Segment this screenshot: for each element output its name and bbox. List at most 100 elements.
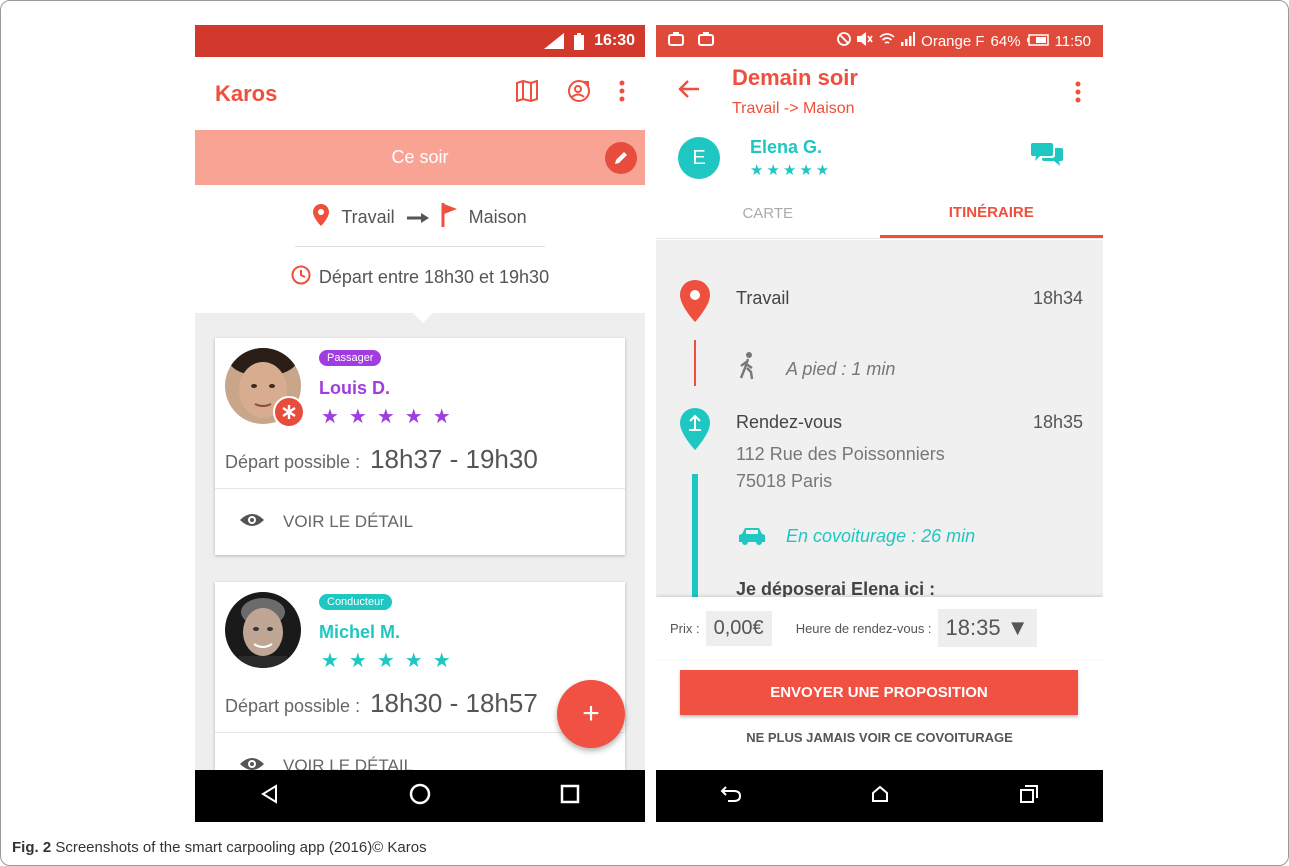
- add-fab-button[interactable]: +: [557, 680, 625, 748]
- depart-value: 18h30 - 18h57: [370, 688, 538, 718]
- depart-value: 18h37 - 19h30: [370, 444, 538, 474]
- status-bar: Orange F 64% 11:50: [656, 25, 1103, 57]
- mute-icon: [857, 32, 873, 50]
- stop-time: 18h34: [1032, 288, 1083, 308]
- address-line: 112 Rue des Poissonniers: [736, 444, 945, 464]
- time-banner[interactable]: Ce soir: [195, 130, 645, 185]
- location-pin-icon: [313, 204, 330, 231]
- carpool-duration: En covoiturage : 26 min: [786, 526, 976, 546]
- car-icon: [738, 526, 766, 551]
- map-icon[interactable]: [515, 79, 539, 107]
- person-name: Michel M.: [319, 622, 401, 642]
- location-pin-icon: [680, 280, 710, 327]
- signal-icon: [544, 33, 565, 49]
- tab-itineraire[interactable]: ITINÉRAIRE: [879, 189, 1103, 238]
- depart-label: Départ possible :: [225, 452, 361, 472]
- flag-icon: [441, 203, 457, 232]
- rating-stars: ★★★★★: [750, 162, 833, 179]
- clock-icon: [291, 265, 311, 290]
- view-detail-label: VOIR LE DÉTAIL: [283, 512, 414, 531]
- notification-icon: [668, 32, 684, 50]
- status-bar: 16:30: [195, 25, 645, 57]
- pointer-notch: [413, 313, 433, 323]
- edit-icon[interactable]: [605, 142, 637, 174]
- back-arrow-icon[interactable]: [678, 79, 700, 104]
- driver-name: Elena G.: [750, 137, 823, 157]
- person-name: Louis D.: [319, 378, 390, 398]
- battery-icon: [1026, 33, 1049, 50]
- tab-carte[interactable]: CARTE: [656, 189, 880, 238]
- divider: [295, 246, 545, 247]
- meet-time-select[interactable]: 18:35 ▼: [937, 609, 1037, 647]
- carpool-connector: [692, 474, 698, 598]
- avatar: [225, 592, 301, 668]
- home-icon[interactable]: [870, 784, 890, 809]
- chat-icon[interactable]: [1031, 141, 1063, 172]
- walk-icon: [738, 352, 758, 385]
- meeting-pin-icon: [680, 408, 710, 455]
- page-title: Demain soir: [732, 65, 858, 90]
- driver-row: E Elena G. ★★★★★: [656, 127, 1103, 189]
- driver-avatar: E: [678, 137, 720, 179]
- phone-screen-right: Orange F 64% 11:50 Demain soir Travail -…: [656, 25, 1103, 822]
- account-switch-icon[interactable]: [567, 79, 591, 108]
- more-vert-icon[interactable]: [1075, 81, 1081, 108]
- proposal-settings: Prix : 0,00€ Heure de rendez-vous : 18:3…: [656, 597, 1103, 659]
- phone-screen-left: 16:30 Karos Ce soir Travail Maison Dépar…: [195, 25, 645, 822]
- send-proposal-button[interactable]: ENVOYER UNE PROPOSITION: [680, 670, 1078, 715]
- stop-title: Rendez-vous: [736, 412, 843, 432]
- app-title: Karos: [215, 80, 278, 106]
- price-label: Prix :: [670, 620, 700, 636]
- role-badge: Conducteur: [319, 594, 392, 610]
- recents-icon[interactable]: [1019, 784, 1039, 809]
- android-nav-bar: [195, 770, 645, 822]
- detail-header: Demain soir Travail -> Maison: [656, 57, 1103, 127]
- dropoff-label: Je déposerai Elena ici :: [736, 579, 936, 598]
- depart-label: Départ possible :: [225, 696, 361, 716]
- ride-card[interactable]: Conducteur Michel M. ★★★★★ Départ possib…: [215, 582, 625, 799]
- back-icon[interactable]: [720, 785, 742, 808]
- page-subtitle: Travail -> Maison: [732, 100, 855, 117]
- walk-duration: A pied : 1 min: [786, 359, 896, 379]
- caption-text: Screenshots of the smart carpooling app …: [51, 839, 427, 856]
- meet-time-label: Heure de rendez-vous :: [795, 620, 932, 636]
- recents-square-icon[interactable]: [560, 784, 580, 809]
- eye-icon: [239, 512, 265, 533]
- itinerary-panel: Travail 18h34 A pied : 1 min Rendez-vous…: [656, 240, 1103, 598]
- route-to: Maison: [468, 207, 527, 227]
- depart-window: Départ entre 18h30 et 19h30: [318, 267, 550, 287]
- battery-percent: 64%: [990, 32, 1021, 50]
- rating-stars: ★★★★★: [321, 406, 461, 428]
- battery-icon: [574, 32, 585, 50]
- status-time: 11:50: [1054, 32, 1091, 50]
- more-vert-icon[interactable]: [619, 80, 625, 107]
- notification-icon: [698, 32, 714, 50]
- ride-card[interactable]: Passager Louis D. ★★★★★ Départ possible …: [215, 338, 625, 555]
- plus-icon: +: [582, 697, 600, 730]
- figure-caption: Fig. 2 Screenshots of the smart carpooli…: [12, 839, 427, 856]
- hide-carpool-link[interactable]: NE PLUS JAMAIS VOIR CE COVOITURAGE: [656, 730, 1103, 745]
- home-circle-icon[interactable]: [409, 783, 431, 810]
- app-bar: Karos: [195, 57, 645, 130]
- back-triangle-icon[interactable]: [260, 783, 280, 809]
- carrier-name: Orange F: [921, 32, 985, 50]
- figure-number: Fig. 2: [12, 839, 52, 856]
- role-badge: Passager: [319, 350, 382, 366]
- stop-title: Travail: [736, 288, 790, 308]
- asterisk-badge-icon: [273, 396, 305, 428]
- rating-stars: ★★★★★: [321, 650, 461, 672]
- walk-connector: [694, 340, 696, 386]
- route-summary: Travail Maison Départ entre 18h30 et 19h…: [195, 185, 645, 323]
- stop-time: 18h35: [1032, 412, 1083, 432]
- address-line: 75018 Paris: [736, 471, 833, 491]
- route-from: Travail: [341, 207, 395, 227]
- arrow-right-icon: [406, 207, 429, 228]
- android-nav-bar: [656, 770, 1103, 822]
- do-not-disturb-icon: [837, 32, 852, 50]
- tab-bar: CARTE ITINÉRAIRE: [656, 189, 1103, 239]
- signal-bars-icon: [901, 32, 916, 50]
- banner-label: Ce soir: [391, 147, 449, 167]
- view-detail-button[interactable]: VOIR LE DÉTAIL: [215, 489, 625, 555]
- price-field[interactable]: 0,00€: [705, 610, 772, 646]
- wifi-icon: [879, 32, 895, 50]
